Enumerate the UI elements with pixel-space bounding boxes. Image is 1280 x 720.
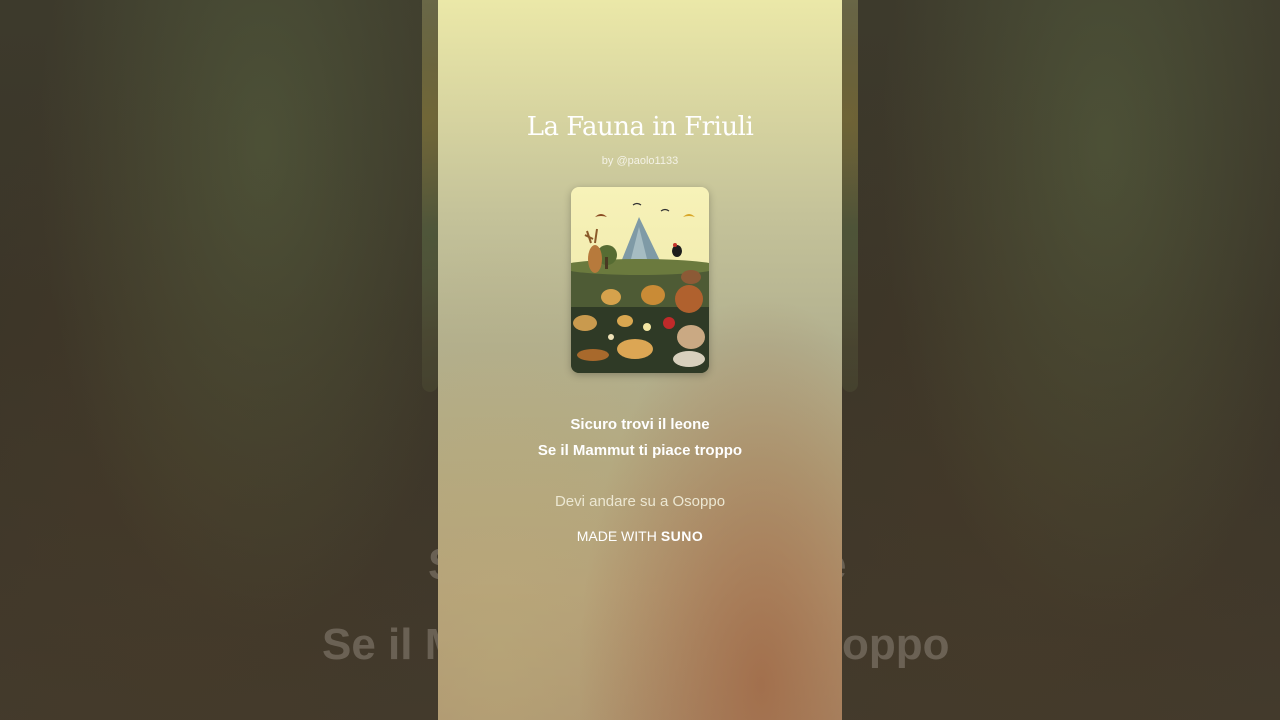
album-cover-art (571, 187, 709, 373)
background-left (0, 0, 438, 720)
background-cover-blur-left (422, 0, 438, 392)
song-title: La Fauna in Friuli (526, 112, 754, 142)
made-with-label: MADE WITH (576, 528, 657, 544)
background-right (842, 0, 1280, 720)
lyric-line-next: Devi andare su a Osoppo (554, 493, 726, 510)
song-artist: by @paolo1133 (601, 155, 679, 167)
lyric-line-current-2: Se il Mammut ti piace troppo (537, 442, 743, 459)
background-cover-blur-right (842, 0, 858, 392)
background-lyric-fragment: oppo (842, 620, 950, 669)
lyric-line-current-1: Sicuro trovi il leone (570, 416, 710, 433)
suno-brand-logo: SUNO (660, 528, 704, 544)
album-cover (571, 187, 709, 373)
lyrics-panel: La Fauna in Friuli by @paolo1133 Sicuro … (438, 0, 842, 720)
made-with-credit: MADE WITH SUNO (438, 528, 842, 544)
